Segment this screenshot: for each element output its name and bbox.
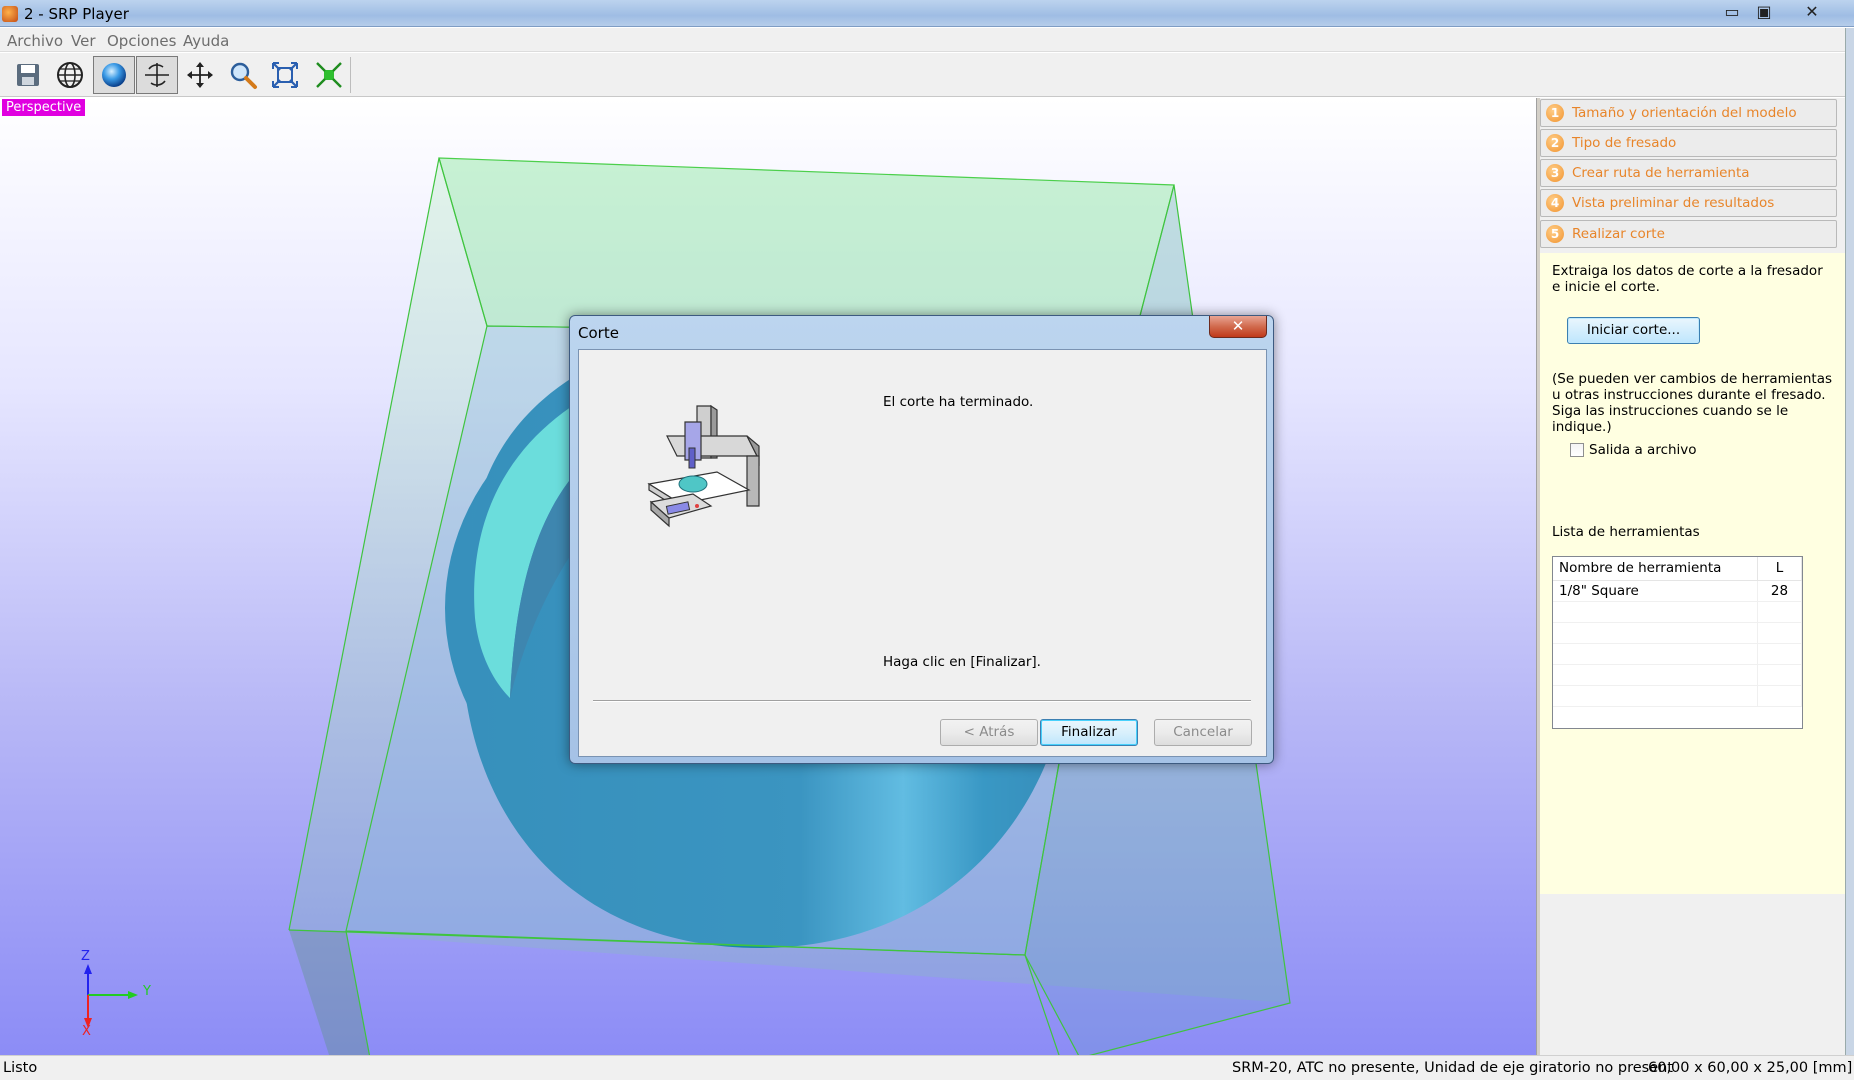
- tool-length-cell: 28: [1757, 580, 1802, 602]
- step-label: Tipo de fresado: [1572, 135, 1677, 151]
- milling-machine-icon: [647, 404, 760, 528]
- pan-icon[interactable]: [179, 56, 221, 94]
- dialog-instruction: Haga clic en [Finalizar].: [883, 654, 1041, 670]
- window-title: 2 - SRP Player: [24, 5, 129, 23]
- minimize-button[interactable]: ▭: [1714, 1, 1750, 23]
- step-label: Tamaño y orientación del modelo: [1572, 105, 1797, 121]
- column-header-length[interactable]: L: [1757, 557, 1802, 581]
- empty-row: [1553, 685, 1802, 707]
- step-number-badge: 4: [1546, 194, 1564, 212]
- tool-name-cell: 1/8" Square: [1553, 580, 1758, 602]
- step-perform-cut[interactable]: 5 Realizar corte: [1540, 220, 1837, 248]
- perspective-label: Perspective: [2, 99, 86, 116]
- output-to-file-label: Salida a archivo: [1589, 442, 1697, 458]
- finish-button[interactable]: Finalizar: [1040, 719, 1138, 746]
- empty-row: [1553, 664, 1802, 686]
- zoom-icon[interactable]: [222, 56, 264, 94]
- menu-archivo[interactable]: Archivo: [7, 32, 63, 50]
- tool-list-label: Lista de herramientas: [1552, 524, 1700, 540]
- checkbox-box[interactable]: [1570, 443, 1584, 457]
- restore-button[interactable]: ▣: [1746, 1, 1782, 23]
- empty-row: [1553, 622, 1802, 644]
- step-number-badge: 2: [1546, 134, 1564, 152]
- empty-row: [1553, 601, 1802, 623]
- rotate-icon[interactable]: [136, 56, 178, 94]
- dialog-close-button[interactable]: ✕: [1209, 316, 1267, 338]
- zoom-extents-icon[interactable]: [308, 56, 350, 94]
- status-text: Listo: [3, 1060, 38, 1076]
- dialog-body: El corte ha terminado. Haga clic en [Fin…: [578, 349, 1267, 757]
- empty-row: [1553, 643, 1802, 665]
- title-bar: 2 - SRP Player ▭ ▣ ✕: [0, 0, 1854, 27]
- step-milling-type[interactable]: 2 Tipo de fresado: [1540, 129, 1837, 157]
- tool-list-table[interactable]: Nombre de herramienta L 1/8" Square 28: [1552, 556, 1803, 729]
- app-icon: [2, 6, 18, 22]
- cut-description: Extraiga los datos de corte a la fresado…: [1552, 263, 1823, 295]
- cancel-button[interactable]: Cancelar: [1154, 719, 1252, 746]
- dialog-title: Corte: [578, 324, 619, 342]
- step-label: Vista preliminar de resultados: [1572, 195, 1775, 211]
- fit-view-icon[interactable]: [264, 56, 306, 94]
- step-label: Crear ruta de herramienta: [1572, 165, 1750, 181]
- cut-dialog: Corte ✕ El corte ha terminado. Haga clic…: [569, 315, 1274, 764]
- dialog-divider: [593, 700, 1251, 702]
- table-header-row: Nombre de herramienta L: [1553, 557, 1802, 581]
- toolbar-separator: [350, 57, 351, 93]
- menu-opciones[interactable]: Opciones: [107, 32, 176, 50]
- status-bar: Listo SRM-20, ATC no presente, Unidad de…: [0, 1055, 1854, 1080]
- step-label: Realizar corte: [1572, 226, 1665, 242]
- srp-player-window: 2 - SRP Player ▭ ▣ ✕ Archivo Ver Opcione…: [0, 0, 1854, 1080]
- z-axis-label: Z: [81, 949, 90, 964]
- menu-bar: Archivo Ver Opciones Ayuda: [0, 28, 1854, 52]
- back-button[interactable]: < Atrás: [940, 719, 1038, 746]
- menu-ver[interactable]: Ver: [71, 32, 96, 50]
- machine-status: SRM-20, ATC no presente, Unidad de eje g…: [1232, 1060, 1673, 1076]
- save-icon[interactable]: [7, 56, 49, 94]
- step-create-toolpath[interactable]: 3 Crear ruta de herramienta: [1540, 159, 1837, 187]
- close-button[interactable]: ✕: [1794, 1, 1830, 23]
- window-right-edge: [1845, 28, 1854, 1055]
- menu-ayuda[interactable]: Ayuda: [183, 32, 229, 50]
- column-header-tool-name[interactable]: Nombre de herramienta: [1553, 557, 1758, 581]
- dialog-message: El corte ha terminado.: [883, 394, 1034, 410]
- start-cut-button[interactable]: Iniciar corte...: [1567, 317, 1700, 344]
- x-axis-label: X: [82, 1024, 91, 1039]
- shaded-sphere-icon[interactable]: [93, 56, 135, 94]
- step-number-badge: 5: [1546, 225, 1564, 243]
- cut-note: (Se pueden ver cambios de herramientas u…: [1552, 371, 1832, 435]
- wireframe-globe-icon[interactable]: [49, 56, 91, 94]
- workflow-panel: 1 Tamaño y orientación del modelo 2 Tipo…: [1540, 98, 1845, 1055]
- step-size-orientation[interactable]: 1 Tamaño y orientación del modelo: [1540, 99, 1837, 127]
- model-dimensions: 60,00 x 60,00 x 25,00 [mm]: [1648, 1060, 1853, 1076]
- table-row[interactable]: 1/8" Square 28: [1553, 580, 1802, 602]
- stock-box-top: [438, 157, 1175, 336]
- step-number-badge: 3: [1546, 164, 1564, 182]
- y-axis-label: Y: [143, 984, 151, 999]
- output-to-file-checkbox[interactable]: Salida a archivo: [1570, 442, 1697, 458]
- step-preview-results[interactable]: 4 Vista preliminar de resultados: [1540, 189, 1837, 217]
- step-number-badge: 1: [1546, 104, 1564, 122]
- toolbar: [0, 53, 1854, 97]
- cut-step-body: Extraiga los datos de corte a la fresado…: [1540, 253, 1845, 894]
